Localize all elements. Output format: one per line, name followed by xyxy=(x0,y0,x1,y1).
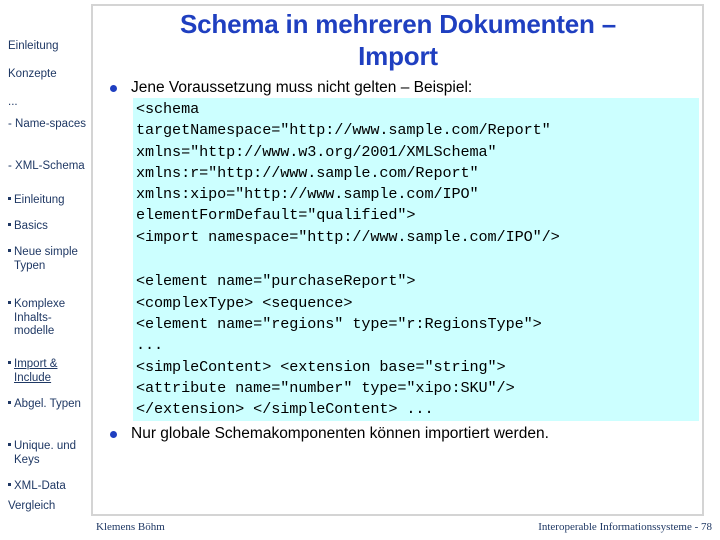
code-line: elementFormDefault="qualified"> xyxy=(136,206,416,225)
slide-title: Schema in mehreren Dokumenten – Import xyxy=(96,8,700,72)
sidebar-item-einleitung[interactable]: Einleitung xyxy=(0,40,88,54)
sidebar-item-neue-simple-typen[interactable]: Neue simple Typen xyxy=(0,246,88,273)
square-bullet-icon xyxy=(8,197,11,201)
sidebar-item-label: Name-spaces xyxy=(15,118,86,130)
footer-author: Klemens Böhm xyxy=(96,521,165,533)
sidebar-item-name-spaces[interactable]: - Name-spaces xyxy=(0,118,88,132)
sidebar-item-konzepte[interactable]: Konzepte xyxy=(0,68,88,82)
sidebar-item-abgel-typen[interactable]: Abgel. Typen xyxy=(0,398,88,412)
code-line: <complexType> <sequence> xyxy=(136,293,353,312)
sidebar-item-label: ... xyxy=(8,96,18,108)
sidebar-item-label: Einleitung xyxy=(8,40,59,52)
sidebar-item-[interactable]: ... xyxy=(0,96,88,110)
sidebar-item-label: XML-Data xyxy=(14,480,66,492)
sidebar-item-label: Basics xyxy=(14,220,48,232)
square-bullet-icon xyxy=(8,483,11,487)
sidebar-item-vergleich[interactable]: Vergleich xyxy=(0,500,88,514)
footer-course-info: Interoperable Informationssysteme - 78 xyxy=(538,521,712,533)
bullet-item-2: Nur globale Schemakomponenten können imp… xyxy=(96,424,704,444)
bullet-text-2: Nur globale Schemakomponenten können imp… xyxy=(131,425,549,443)
code-line: xmlns:r="http://www.sample.com/Report" xyxy=(136,163,479,182)
sidebar-item-label: XML-Schema xyxy=(15,160,85,172)
slide-title-line-2: Import xyxy=(358,41,438,71)
square-bullet-icon xyxy=(8,443,11,447)
code-block-schema-header: <schema targetNamespace="http://www.sampl… xyxy=(133,98,699,271)
square-bullet-icon xyxy=(8,401,11,405)
code-line: targetNamespace="http://www.sample.com/R… xyxy=(136,121,551,140)
sidebar-item-label: Einleitung xyxy=(14,194,65,206)
square-bullet-icon xyxy=(8,361,11,365)
code-line: <simpleContent> <extension base="string"… xyxy=(136,357,506,376)
bullet-dot-icon xyxy=(110,431,117,439)
code-line: ... xyxy=(136,336,164,355)
code-line: </extension> </simpleContent> ... xyxy=(136,400,434,419)
bullet-item-1: Jene Voraussetzung muss nicht gelten – B… xyxy=(96,78,704,98)
slide-canvas: Einleitung Konzepte... - Name-spaces - XML-… xyxy=(0,0,720,540)
sidebar-item-basics[interactable]: Basics xyxy=(0,220,88,234)
bullet-dot-icon xyxy=(110,85,117,92)
code-line: <attribute name="number" type="xipo:SKU"… xyxy=(136,378,515,397)
slide-title-line-1: Schema in mehreren Dokumenten – xyxy=(180,9,616,39)
slide-body: Jene Voraussetzung muss nicht gelten – B… xyxy=(96,78,704,444)
sidebar-item-xml-data[interactable]: XML-Data xyxy=(0,480,88,494)
code-line: <import namespace="http://www.sample.com… xyxy=(136,227,560,246)
sidebar-item-label: Import & Include xyxy=(14,358,58,384)
code-block-schema-body: <element name="purchaseReport"> <complexT… xyxy=(133,270,699,422)
square-bullet-icon xyxy=(8,249,11,253)
sidebar-item-einleitung[interactable]: Einleitung xyxy=(0,194,88,208)
code-line: <element name="purchaseReport"> xyxy=(136,272,416,291)
dash-bullet-icon: - xyxy=(8,118,16,130)
sidebar-item-label: Konzepte xyxy=(8,68,57,80)
square-bullet-icon xyxy=(8,301,11,305)
code-line: <schema xyxy=(136,100,200,118)
sidebar-item-unique-und-keys[interactable]: Unique. und Keys xyxy=(0,440,88,467)
square-bullet-icon xyxy=(8,223,11,227)
sidebar-item-label: Neue simple Typen xyxy=(14,246,78,272)
sidebar-item-label: Unique. und Keys xyxy=(14,440,77,466)
sidebar-item-label: Abgel. Typen xyxy=(14,398,81,410)
code-line: xmlns:xipo="http://www.sample.com/IPO" xyxy=(136,185,479,204)
sidebar-item-label: Komplexe Inhalts-modelle xyxy=(14,298,66,337)
code-line: xmlns="http://www.w3.org/2001/XMLSchema" xyxy=(136,142,497,161)
sidebar-item-komplexe-inhalts-modelle[interactable]: Komplexe Inhalts-modelle xyxy=(0,298,88,339)
sidebar-item-import-include[interactable]: Import & Include xyxy=(0,358,88,385)
sidebar-item-label: Vergleich xyxy=(8,500,56,512)
outline-sidebar: Einleitung Konzepte... - Name-spaces - XML-… xyxy=(0,0,88,540)
sidebar-item-xml-schema[interactable]: - XML-Schema xyxy=(0,160,88,174)
dash-bullet-icon: - xyxy=(8,160,16,172)
code-line: <element name="regions" type="r:RegionsT… xyxy=(136,314,542,333)
bullet-text-1: Jene Voraussetzung muss nicht gelten – B… xyxy=(131,79,473,96)
